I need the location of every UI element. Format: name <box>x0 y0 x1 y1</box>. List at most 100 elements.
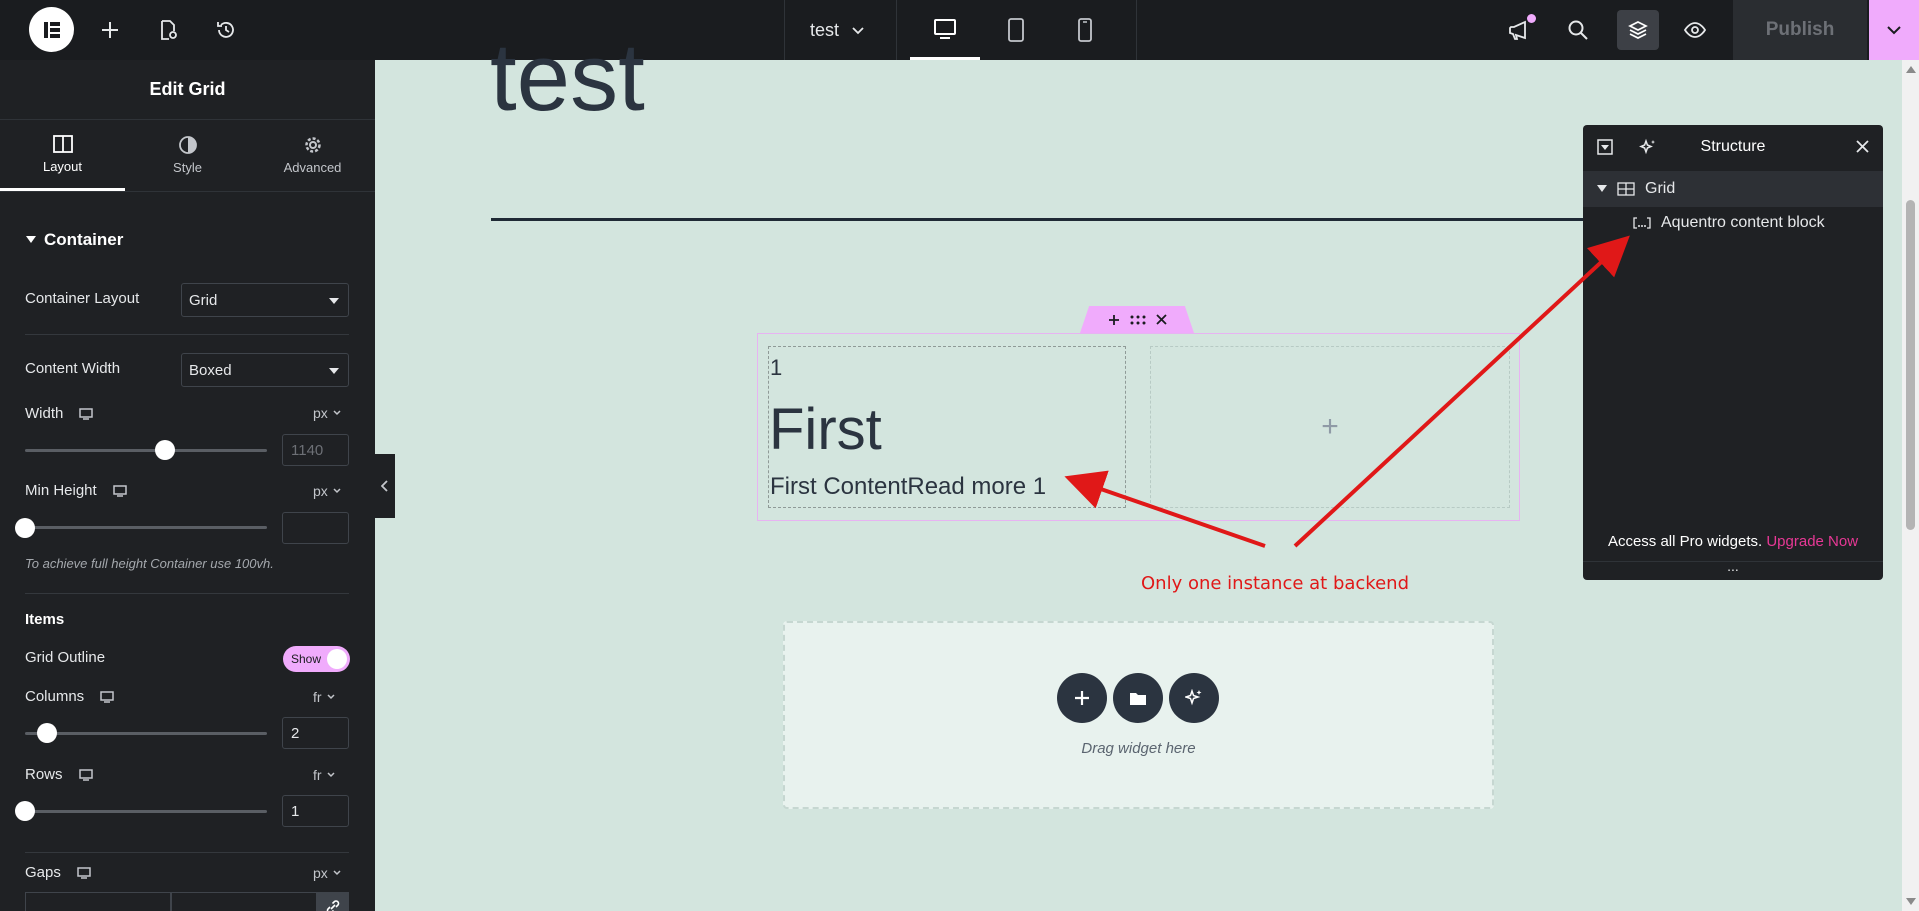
document-title: test <box>810 19 840 40</box>
canvas-scrollbar[interactable] <box>1902 60 1919 911</box>
rows-slider-thumb[interactable] <box>15 801 35 821</box>
shortcode-icon <box>1633 217 1651 229</box>
responsive-desktop-icon[interactable] <box>79 407 94 420</box>
width-slider[interactable] <box>25 449 267 452</box>
responsive-desktop-icon[interactable] <box>78 768 93 781</box>
columns-unit: fr <box>313 689 322 705</box>
grid-outline-toggle-label: Show <box>291 652 322 666</box>
rows-unit-select[interactable]: fr <box>313 767 335 783</box>
document-title-dropdown[interactable]: test <box>785 0 895 60</box>
folder-icon <box>1129 690 1147 706</box>
grid-cell-2-add[interactable]: + <box>1150 346 1510 508</box>
add-template-button[interactable] <box>1113 673 1163 723</box>
gaps-unit-select[interactable]: px <box>313 865 341 881</box>
annotation-text: Only one instance at backend <box>1141 573 1409 594</box>
columns-label-group: Columns <box>25 688 114 705</box>
width-slider-thumb[interactable] <box>155 440 175 460</box>
mobile-icon[interactable] <box>1050 0 1120 60</box>
chevron-down-icon <box>1885 21 1903 39</box>
columns-input[interactable]: 2 <box>282 717 349 749</box>
drag-handle-icon[interactable] <box>1130 315 1146 325</box>
structure-item-content-block[interactable]: Aquentro content block <box>1633 214 1825 232</box>
responsive-desktop-icon[interactable] <box>112 484 127 497</box>
tab-advanced[interactable]: Advanced <box>250 120 375 191</box>
columns-unit-select[interactable]: fr <box>313 689 335 705</box>
add-element-icon[interactable] <box>92 12 128 48</box>
min-height-note: To achieve full height Container use 100… <box>25 556 274 571</box>
gap-column-input[interactable] <box>171 892 317 911</box>
grid-outline-toggle[interactable]: Show <box>283 646 350 672</box>
close-icon[interactable] <box>1155 314 1167 325</box>
publish-options-button[interactable] <box>1869 0 1919 60</box>
tab-layout[interactable]: Layout <box>0 120 125 191</box>
pro-widgets-promo: Access all Pro widgets. Upgrade Now <box>1583 533 1883 550</box>
page-heading[interactable]: test <box>490 20 645 135</box>
structure-item-grid[interactable]: Grid <box>1583 171 1883 207</box>
chevron-down-icon <box>333 870 341 876</box>
notification-dot <box>1527 14 1536 23</box>
section-container-toggle[interactable]: Container <box>26 230 123 250</box>
search-icon[interactable] <box>1560 12 1596 48</box>
chevron-left-icon <box>381 480 389 492</box>
columns-slider-thumb[interactable] <box>37 723 57 743</box>
tablet-icon[interactable] <box>981 0 1051 60</box>
min-height-slider[interactable] <box>25 526 267 529</box>
width-unit-select[interactable]: px <box>313 405 341 421</box>
min-height-slider-thumb[interactable] <box>15 518 35 538</box>
gap-row-input[interactable] <box>25 892 171 911</box>
structure-item-grid-label: Grid <box>1645 180 1676 197</box>
rows-label: Rows <box>25 766 63 783</box>
upgrade-now-link[interactable]: Upgrade Now <box>1766 533 1858 550</box>
width-input[interactable]: 1140 <box>282 434 349 466</box>
responsive-desktop-icon[interactable] <box>100 690 114 703</box>
elementor-logo-icon[interactable] <box>29 7 74 52</box>
add-section-button[interactable] <box>1057 673 1107 723</box>
grid-element-toolbar <box>1080 306 1194 333</box>
caret-down-icon <box>329 298 339 304</box>
panel-title: Edit Grid <box>0 60 375 120</box>
panel-collapse-handle[interactable] <box>375 454 395 518</box>
content-width-select[interactable]: Boxed <box>181 353 349 387</box>
scroll-up-icon[interactable] <box>1906 66 1916 73</box>
page-settings-icon[interactable] <box>150 12 186 48</box>
chevron-down-icon <box>327 694 335 700</box>
tab-layout-label: Layout <box>42 158 83 174</box>
min-height-unit-select[interactable]: px <box>313 483 341 499</box>
columns-slider[interactable] <box>25 732 267 735</box>
gaps-label-group: Gaps <box>25 864 91 881</box>
structure-layers-icon[interactable] <box>1617 10 1659 50</box>
preview-eye-icon[interactable] <box>1677 12 1713 48</box>
rows-input[interactable]: 1 <box>282 795 349 827</box>
close-icon[interactable] <box>1856 140 1869 153</box>
add-icon[interactable] <box>1108 314 1120 326</box>
items-title: Items <box>25 611 65 628</box>
history-icon[interactable] <box>208 12 244 48</box>
drop-zone-label: Drag widget here <box>1081 740 1196 757</box>
caret-down-icon <box>26 236 36 244</box>
publish-button[interactable]: Publish <box>1733 0 1867 60</box>
more-options-icon[interactable]: ... <box>1583 559 1883 579</box>
min-height-input[interactable] <box>282 512 349 544</box>
desktop-icon[interactable] <box>910 0 980 60</box>
content-block-title: First <box>769 397 882 462</box>
rows-slider[interactable] <box>25 810 267 813</box>
content-width-label: Content Width <box>25 360 121 377</box>
toggle-knob <box>327 649 347 669</box>
panel-tabs: Layout Style Advanced <box>0 120 375 192</box>
structure-title: Structure <box>1700 138 1766 155</box>
content-block-number: 1 <box>770 355 783 380</box>
width-unit: px <box>313 405 328 421</box>
structure-item-content-block-label: Aquentro content block <box>1661 214 1825 231</box>
container-layout-select[interactable]: Grid <box>181 283 349 317</box>
sparkle-icon <box>1185 689 1203 707</box>
gear-icon <box>304 136 322 154</box>
link-icon[interactable] <box>317 892 349 911</box>
caret-down-icon[interactable] <box>1597 185 1607 193</box>
scroll-down-icon[interactable] <box>1906 898 1916 905</box>
responsive-desktop-icon[interactable] <box>77 866 91 879</box>
ai-generate-button[interactable] <box>1169 673 1219 723</box>
tab-style-label: Style <box>173 160 202 175</box>
tab-style[interactable]: Style <box>125 120 250 191</box>
grid-outline-label: Grid Outline <box>25 649 106 666</box>
scrollbar-thumb[interactable] <box>1906 200 1915 530</box>
